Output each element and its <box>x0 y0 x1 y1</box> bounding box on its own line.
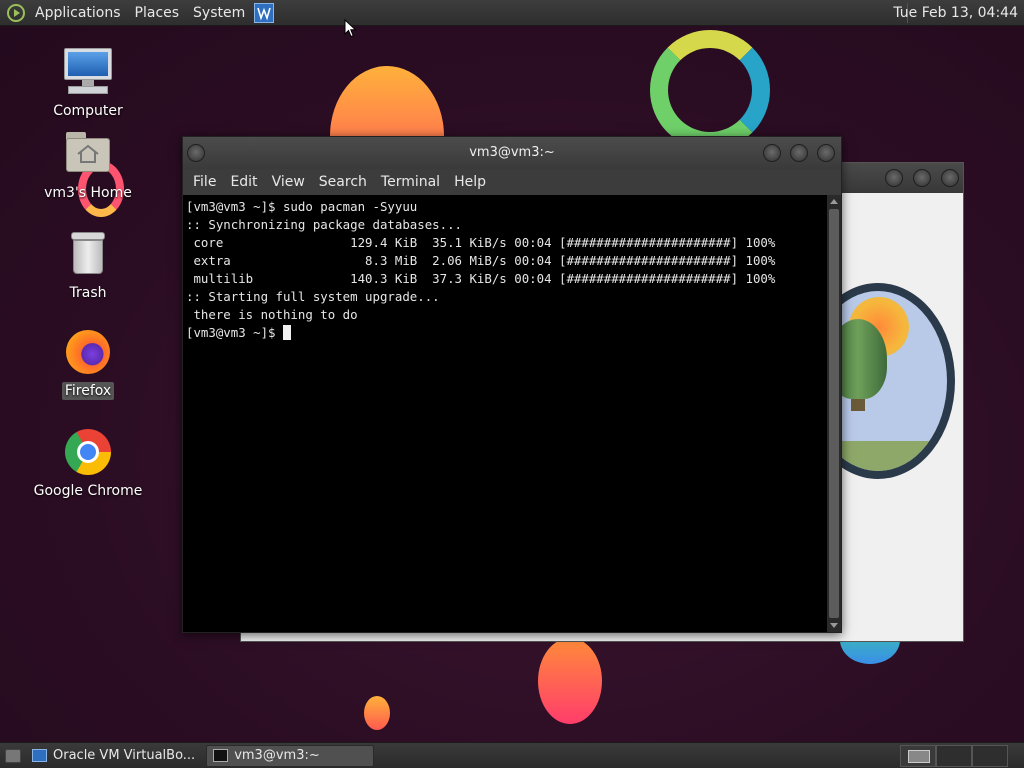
terminal-line: :: Synchronizing package databases... <box>186 217 463 232</box>
bottom-panel: Oracle VM VirtualBo... vm3@vm3:~ <box>0 742 1024 768</box>
terminal-prompt: [vm3@vm3 ~]$ <box>186 325 283 340</box>
scroll-thumb[interactable] <box>829 209 839 618</box>
menu-search[interactable]: Search <box>313 174 375 190</box>
menu-help[interactable]: Help <box>448 174 494 190</box>
system-menu[interactable]: System <box>186 0 252 26</box>
terminal-scrollbar[interactable] <box>827 195 841 632</box>
workspace-2[interactable] <box>936 745 972 767</box>
desktop-icon-label: Trash <box>69 285 107 301</box>
workspace-1[interactable] <box>900 745 936 767</box>
firefox-icon <box>62 326 114 378</box>
menu-view[interactable]: View <box>266 174 313 190</box>
desktop-icon-computer[interactable]: Computer <box>28 46 148 120</box>
maximize-button[interactable] <box>790 144 808 162</box>
workspace-3[interactable] <box>972 745 1008 767</box>
taskbar-item-label: Oracle VM VirtualBo... <box>53 748 196 763</box>
decor-small-blob <box>364 696 390 730</box>
terminal-line: :: Starting full system upgrade... <box>186 289 440 304</box>
desktop-icon-label: Google Chrome <box>33 483 143 499</box>
menu-terminal[interactable]: Terminal <box>375 174 448 190</box>
distro-logo-icon[interactable] <box>7 3 25 22</box>
terminal-output[interactable]: [vm3@vm3 ~]$ sudo pacman -Syyuu :: Synch… <box>183 195 841 632</box>
chrome-icon <box>62 426 114 478</box>
taskbar-item-terminal[interactable]: vm3@vm3:~ <box>206 744 375 767</box>
terminal-line: multilib 140.3 KiB 37.3 KiB/s 00:04 [###… <box>186 271 776 286</box>
decor-green-ring <box>650 30 770 150</box>
terminal-line: extra 8.3 MiB 2.06 MiB/s 00:04 [########… <box>186 253 776 268</box>
desktop-icon-label: vm3's Home <box>44 185 132 201</box>
taskbar-item-label: vm3@vm3:~ <box>234 748 320 763</box>
decor-pink-blob <box>538 638 602 724</box>
scroll-up-arrow-icon[interactable] <box>830 199 838 204</box>
computer-icon <box>62 46 114 98</box>
workspace-switcher[interactable] <box>900 745 1008 767</box>
desktop-icon-google-chrome[interactable]: Google Chrome <box>28 426 148 500</box>
text-cursor <box>282 325 291 340</box>
minimize-button[interactable] <box>763 144 781 162</box>
terminal-titlebar[interactable]: vm3@vm3:~ <box>183 137 841 169</box>
minimize-button[interactable] <box>885 169 903 187</box>
close-button[interactable] <box>817 144 835 162</box>
mouse-pointer-icon <box>344 19 357 38</box>
virtualbox-launcher-icon[interactable] <box>254 2 275 23</box>
taskbar-item-virtualbox[interactable]: Oracle VM VirtualBo... <box>25 745 202 767</box>
applications-menu[interactable]: Applications <box>28 0 128 26</box>
window-menu-button[interactable] <box>187 144 205 162</box>
trash-icon <box>62 228 114 280</box>
desktop-icon-trash[interactable]: Trash <box>28 228 148 302</box>
places-menu[interactable]: Places <box>128 0 187 26</box>
menu-file[interactable]: File <box>187 174 224 190</box>
virtualbox-icon <box>32 749 47 762</box>
desktop-icon-label: Firefox <box>61 382 115 400</box>
terminal-line: [vm3@vm3 ~]$ sudo pacman -Syyuu <box>186 199 418 214</box>
desktop-icon-label: Computer <box>53 103 123 119</box>
terminal-icon <box>213 749 229 762</box>
desktop-icon-firefox[interactable]: Firefox <box>28 326 148 400</box>
top-panel: Applications Places System Tue Feb 13, 0… <box>0 0 1024 26</box>
terminal-window[interactable]: vm3@vm3:~ File Edit View Search Terminal… <box>182 136 842 633</box>
show-desktop-icon[interactable] <box>5 748 21 763</box>
window-title: vm3@vm3:~ <box>469 145 555 160</box>
maximize-button[interactable] <box>913 169 931 187</box>
home-folder-icon <box>62 128 114 180</box>
terminal-menubar: File Edit View Search Terminal Help <box>183 169 841 195</box>
terminal-line: there is nothing to do <box>186 307 358 322</box>
clock[interactable]: Tue Feb 13, 04:44 <box>893 0 1018 26</box>
menu-edit[interactable]: Edit <box>224 174 265 190</box>
desktop-icon-home[interactable]: vm3's Home <box>28 128 148 202</box>
scroll-down-arrow-icon[interactable] <box>830 623 838 628</box>
close-button[interactable] <box>941 169 959 187</box>
terminal-line: core 129.4 KiB 35.1 KiB/s 00:04 [#######… <box>186 235 776 250</box>
